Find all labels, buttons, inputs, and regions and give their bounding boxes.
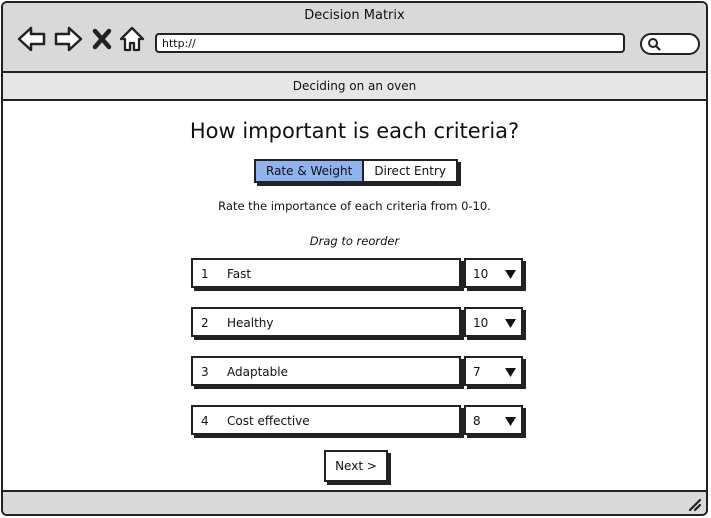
- criteria-label: Cost effective: [227, 414, 310, 428]
- browser-window: Decision Matrix http:// Deciding on an o…: [1, 1, 708, 516]
- criteria-row: 3 Adaptable 7: [191, 356, 523, 386]
- criteria-rating-value: 7: [473, 365, 481, 379]
- criteria-rating-select[interactable]: 8: [464, 405, 523, 435]
- address-text: http://: [162, 37, 196, 50]
- browser-search-box[interactable]: [640, 33, 700, 55]
- criteria-rating-select[interactable]: 10: [464, 258, 523, 288]
- criteria-item[interactable]: 1 Fast: [191, 258, 461, 288]
- criteria-number: 3: [201, 365, 209, 379]
- criteria-label: Fast: [227, 267, 252, 281]
- tab-direct-entry[interactable]: Direct Entry: [364, 159, 458, 183]
- back-arrow-icon[interactable]: [17, 25, 47, 53]
- criteria-label: Adaptable: [227, 365, 288, 379]
- close-x-icon[interactable]: [91, 25, 113, 53]
- criteria-item[interactable]: 4 Cost effective: [191, 405, 461, 435]
- address-bar[interactable]: http://: [155, 33, 625, 53]
- criteria-rating-value: 8: [473, 414, 481, 428]
- next-button[interactable]: Next >: [324, 450, 388, 482]
- criteria-item[interactable]: 3 Adaptable: [191, 356, 461, 386]
- page-subtitle: Deciding on an oven: [292, 79, 417, 93]
- reorder-hint: Drag to reorder: [309, 234, 400, 248]
- criteria-rating-select[interactable]: 10: [464, 307, 523, 337]
- dropdown-arrow-icon: [505, 319, 516, 328]
- tab-rate-weight[interactable]: Rate & Weight: [254, 159, 365, 183]
- page-heading: How important is each criteria?: [189, 119, 520, 143]
- criteria-rating-select[interactable]: 7: [464, 356, 523, 386]
- browser-titlebar: Decision Matrix http://: [3, 3, 706, 73]
- criteria-row: 1 Fast 10: [191, 258, 523, 288]
- criteria-row: 2 Healthy 10: [191, 307, 523, 337]
- criteria-number: 1: [201, 267, 209, 281]
- dropdown-arrow-icon: [505, 368, 516, 377]
- instructions-text: Rate the importance of each criteria fro…: [218, 199, 491, 213]
- dropdown-arrow-icon: [505, 270, 516, 279]
- criteria-label: Healthy: [227, 316, 274, 330]
- forward-arrow-icon[interactable]: [53, 25, 83, 53]
- criteria-rating-value: 10: [473, 267, 489, 281]
- criteria-item[interactable]: 2 Healthy: [191, 307, 461, 337]
- criteria-row: 4 Cost effective 8: [191, 405, 523, 435]
- criteria-rating-value: 10: [473, 316, 489, 330]
- window-title: Decision Matrix: [304, 8, 405, 23]
- criteria-number: 2: [201, 316, 209, 330]
- resize-grip-icon[interactable]: [686, 496, 702, 512]
- mode-tabs: Rate & Weight Direct Entry: [254, 159, 458, 183]
- criteria-number: 4: [201, 414, 209, 428]
- status-bar: [3, 490, 706, 514]
- search-icon: [648, 38, 661, 51]
- page-subtitle-bar: Deciding on an oven: [3, 73, 706, 101]
- home-icon[interactable]: [119, 25, 145, 53]
- dropdown-arrow-icon: [505, 417, 516, 426]
